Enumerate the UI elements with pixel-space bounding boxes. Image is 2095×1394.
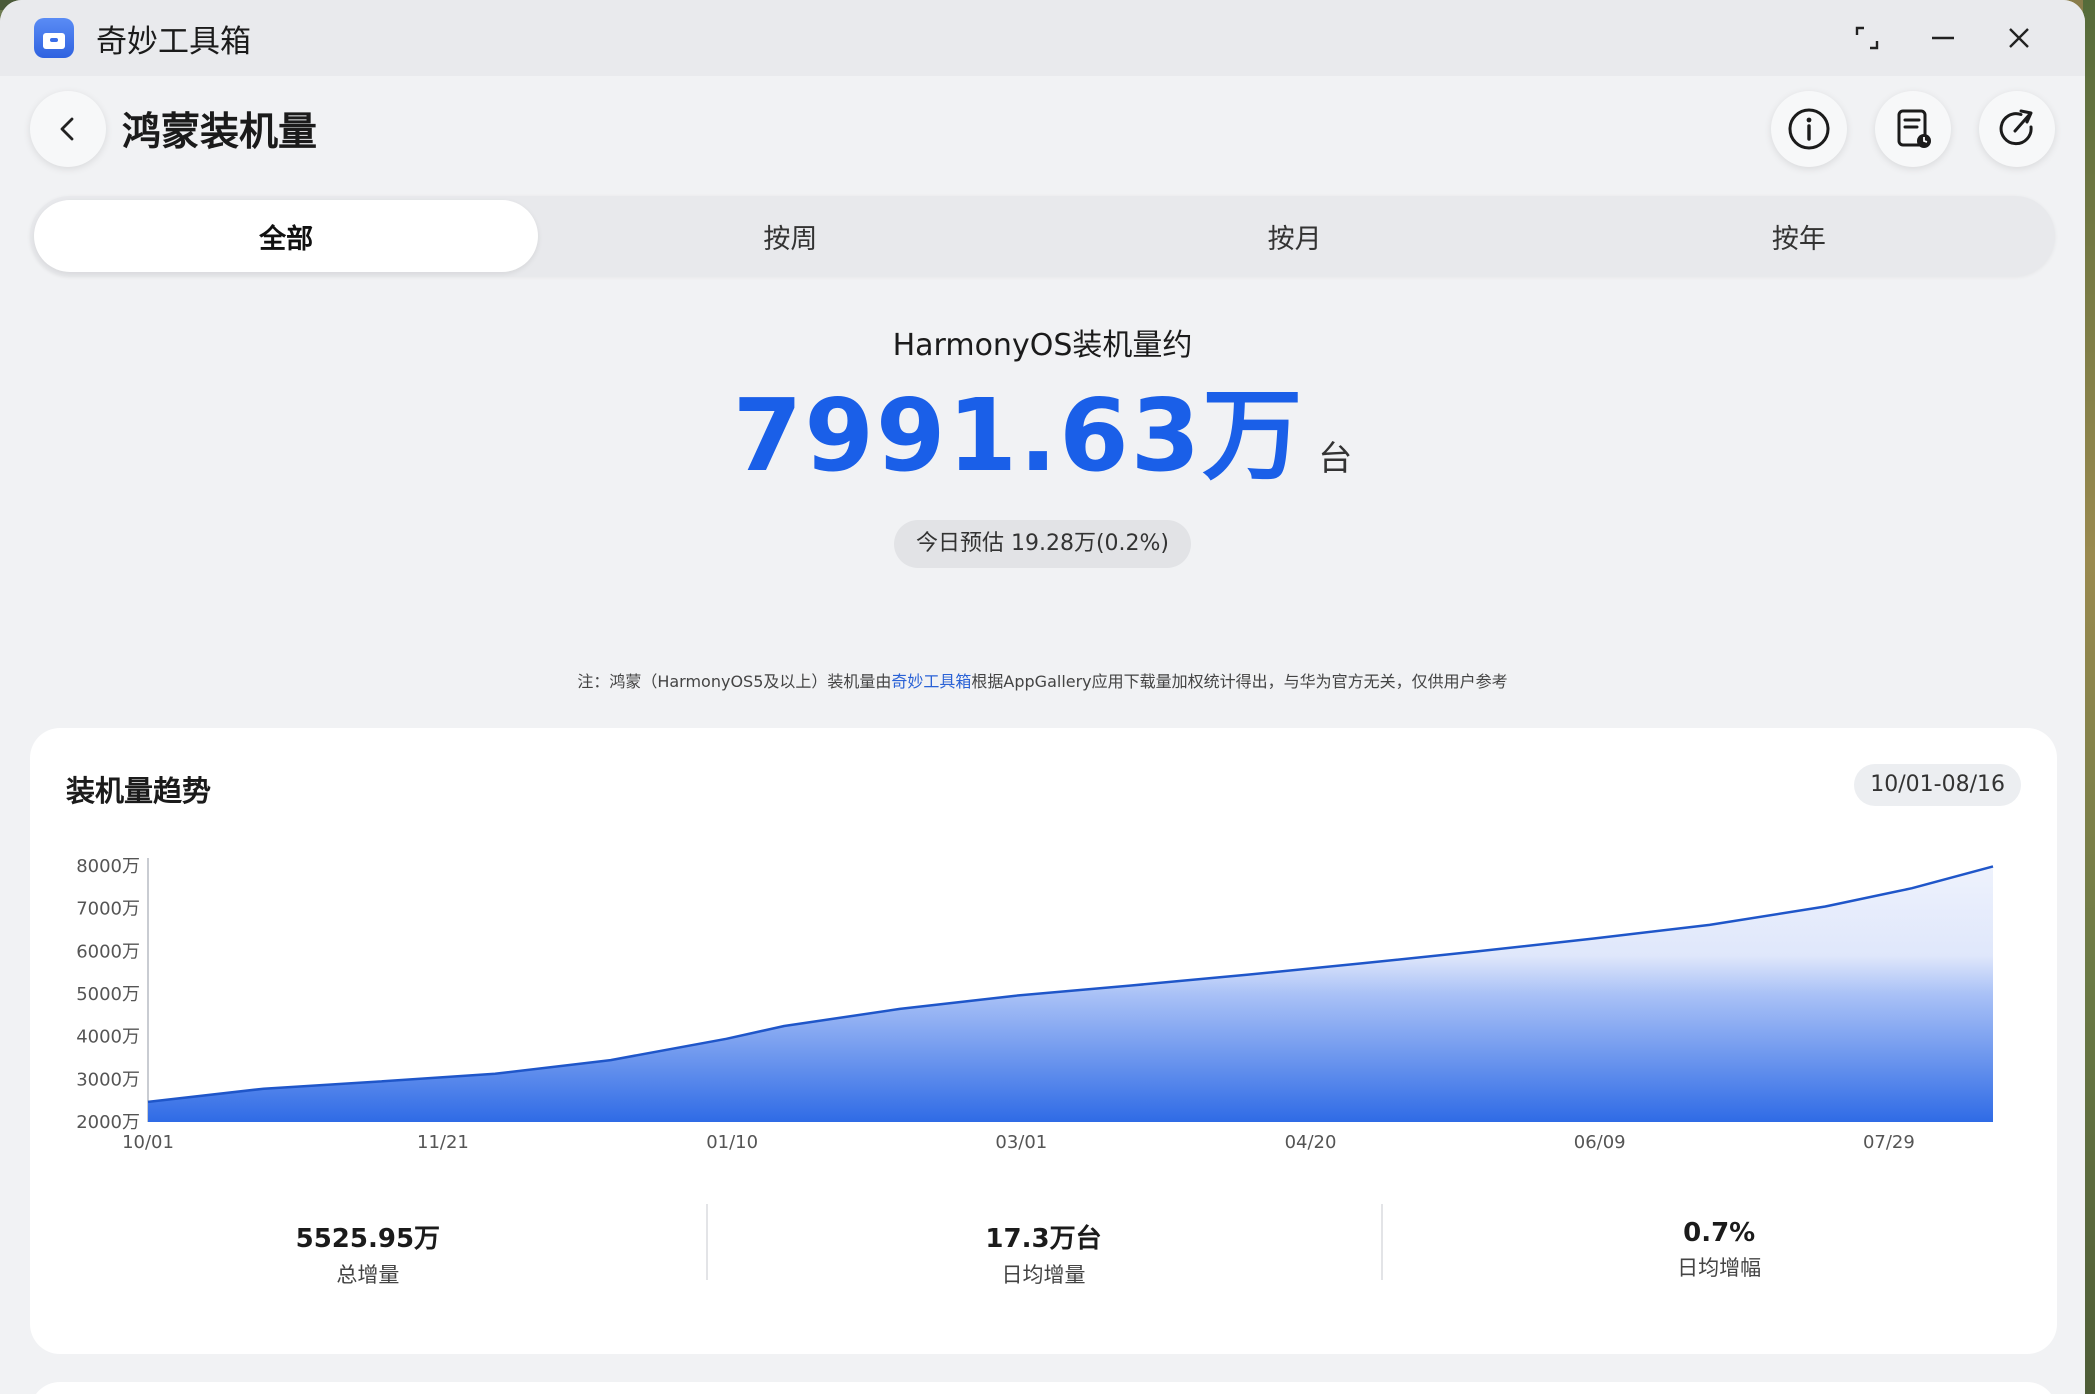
info-button[interactable] bbox=[1771, 91, 1847, 167]
trend-card: 装机量趋势 10/01-08/16 2000万 3000万 4000万 5000万 60… bbox=[30, 728, 2057, 1354]
title-bar: 奇妙工具箱 bbox=[0, 0, 2085, 76]
stat-value: 17.3万台 bbox=[985, 1224, 1102, 1254]
trend-stats: 5525.95万 总增量 17.3万台 日均增量 0.7% 日均增幅 bbox=[30, 1204, 2057, 1294]
app-name: 奇妙工具箱 bbox=[96, 23, 251, 60]
history-report-button[interactable] bbox=[1875, 91, 1951, 167]
note-link[interactable]: 奇妙工具箱 bbox=[891, 672, 971, 691]
next-card bbox=[30, 1382, 2057, 1394]
x-tick-label: 06/09 bbox=[1574, 1132, 1626, 1153]
stat-label: 总增量 bbox=[336, 1263, 400, 1287]
install-summary: HarmonyOS装机量约 7991.63万 台 今日预估 19.28万(0.2… bbox=[0, 320, 2085, 568]
tab-all[interactable]: 全部 bbox=[34, 200, 539, 272]
note-prefix: 注：鸿蒙（HarmonyOS5及以上）装机量由 bbox=[577, 672, 892, 691]
x-tick-label: 07/29 bbox=[1863, 1132, 1915, 1153]
y-tick-label: 2000万 bbox=[76, 1112, 140, 1133]
share-icon bbox=[1999, 109, 2033, 146]
install-unit: 台 bbox=[1318, 439, 1353, 479]
trend-title: 装机量趋势 bbox=[66, 774, 212, 808]
app-window: 奇妙工具箱 鸿蒙装机量 全部 按周 按月 按年 HarmonyOS装机量约 79… bbox=[0, 0, 2085, 1394]
y-tick-label: 7000万 bbox=[76, 899, 140, 920]
tab-weekly[interactable]: 按周 bbox=[538, 200, 1042, 272]
page-title: 鸿蒙装机量 bbox=[122, 110, 318, 155]
stat-daily-rate: 0.7% 日均增幅 bbox=[1381, 1204, 2057, 1294]
disclaimer-note: 注：鸿蒙（HarmonyOS5及以上）装机量由奇妙工具箱根据AppGallery… bbox=[0, 668, 2085, 692]
x-tick-label: 10/01 bbox=[122, 1132, 174, 1153]
stat-value: 0.7% bbox=[1683, 1218, 1756, 1248]
date-range-badge[interactable]: 10/01-08/16 bbox=[1854, 764, 2021, 806]
x-tick-label: 11/21 bbox=[417, 1132, 469, 1153]
trend-chart: 2000万 3000万 4000万 5000万 6000万 7000万 8000万 10/01… bbox=[76, 856, 1994, 1153]
y-tick-label: 8000万 bbox=[76, 856, 140, 877]
y-tick-label: 5000万 bbox=[76, 984, 140, 1005]
series-area bbox=[148, 866, 1993, 1122]
y-tick-label: 3000万 bbox=[76, 1069, 140, 1090]
note-suffix: 根据AppGallery应用下载量加权统计得出，与华为官方无关，仅供用户参考 bbox=[971, 672, 1508, 691]
share-button[interactable] bbox=[1979, 91, 2055, 167]
stat-daily-growth: 17.3万台 日均增量 bbox=[705, 1204, 1382, 1294]
close-button[interactable] bbox=[1981, 8, 2057, 68]
minimize-icon bbox=[1932, 36, 1954, 40]
period-tabs: 全部 按周 按月 按年 bbox=[30, 196, 2055, 276]
minimize-button[interactable] bbox=[1905, 8, 1981, 68]
today-estimate-badge: 今日预估 19.28万(0.2%) bbox=[893, 520, 1192, 568]
fullscreen-button[interactable] bbox=[1829, 8, 1905, 68]
tab-yearly[interactable]: 按年 bbox=[1547, 200, 2051, 272]
y-tick-label: 6000万 bbox=[76, 941, 140, 962]
stat-value: 5525.95万 bbox=[295, 1224, 441, 1254]
back-button[interactable] bbox=[30, 91, 106, 167]
x-tick-label: 04/20 bbox=[1285, 1132, 1337, 1153]
x-tick-label: 01/10 bbox=[706, 1132, 758, 1153]
y-tick-label: 4000万 bbox=[76, 1027, 140, 1048]
chevron-left-icon bbox=[60, 117, 74, 141]
summary-label: HarmonyOS装机量约 bbox=[892, 328, 1193, 363]
stat-total-growth: 5525.95万 总增量 bbox=[30, 1204, 706, 1294]
stat-label: 日均增幅 bbox=[1677, 1256, 1762, 1280]
page-header: 鸿蒙装机量 bbox=[0, 76, 2085, 182]
close-icon bbox=[2009, 28, 2029, 48]
toolbox-logo-icon bbox=[34, 18, 74, 58]
x-tick-label: 03/01 bbox=[995, 1132, 1047, 1153]
fullscreen-icon bbox=[1855, 26, 1879, 50]
info-icon bbox=[1788, 108, 1830, 150]
document-clock-icon bbox=[1897, 109, 1931, 148]
tab-monthly[interactable]: 按月 bbox=[1043, 200, 1547, 272]
install-count: 7991.63万 bbox=[732, 377, 1305, 494]
stat-label: 日均增量 bbox=[1001, 1263, 1086, 1287]
